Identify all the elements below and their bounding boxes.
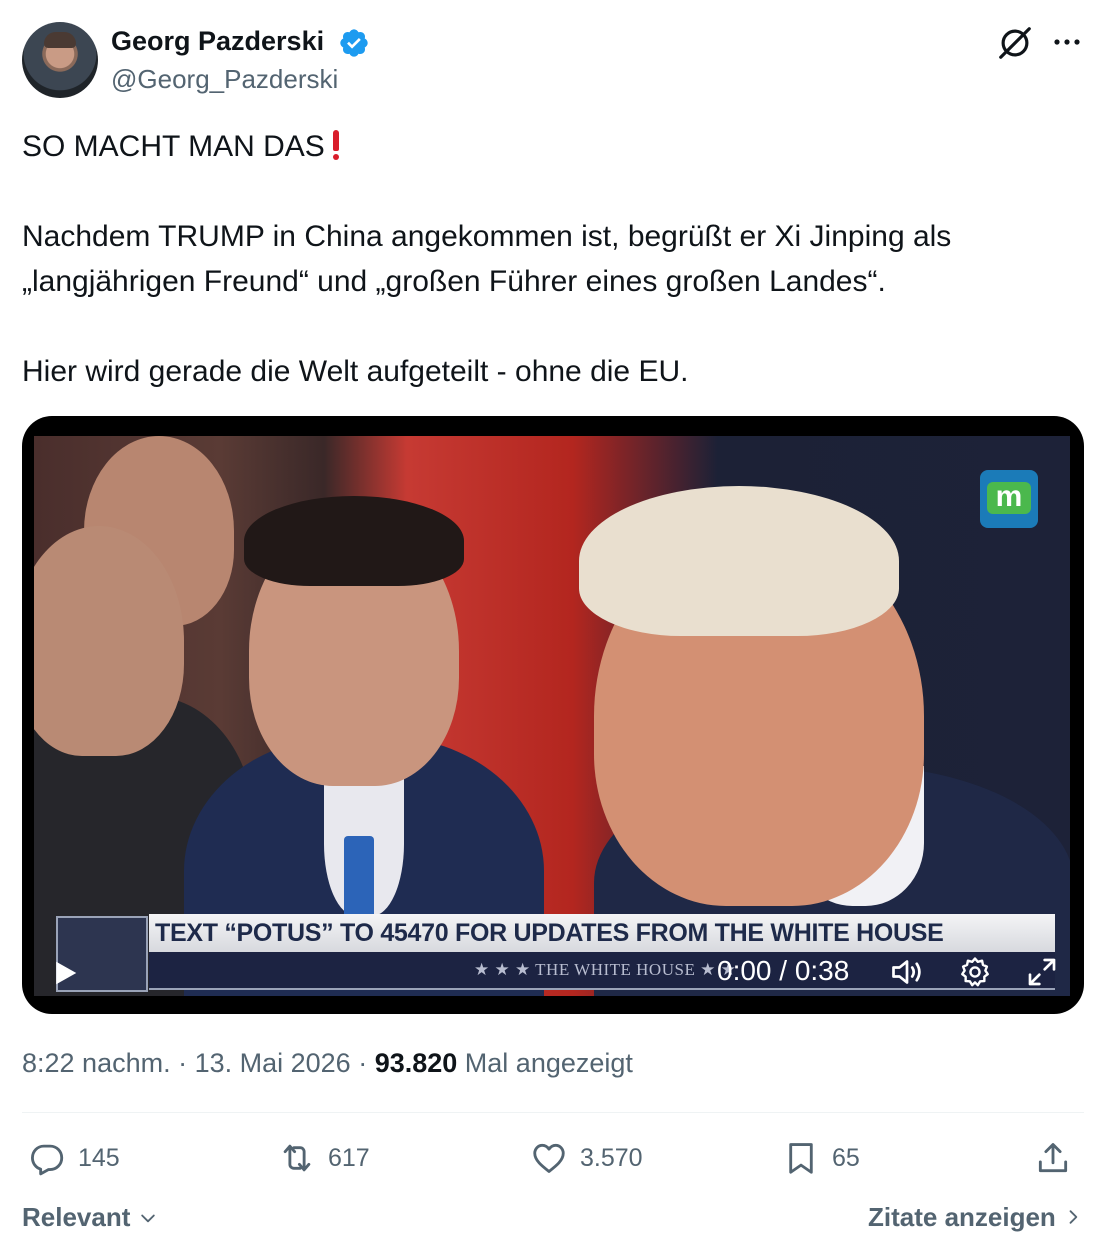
chevron-right-icon	[1069, 1210, 1078, 1224]
video-time: 0:00 / 0:38	[717, 955, 850, 986]
retweet-icon	[283, 1144, 311, 1172]
reply-icon	[31, 1144, 64, 1176]
tweet-text-line: „langjährigen Freund“ und „großen Führer…	[22, 265, 886, 298]
like-icon	[533, 1143, 565, 1173]
video-player[interactable]: m TEXT “POTUS” TO 45470 FOR UPDATES FROM…	[22, 416, 1084, 1014]
fullscreen-icon[interactable]	[1026, 956, 1058, 988]
retweet-count: 617	[328, 1143, 370, 1172]
subbar-text: ★ ★ ★ THE WHITE HOUSE ★ ★	[474, 960, 737, 979]
reply-count: 145	[78, 1143, 120, 1172]
sort-dropdown[interactable]: Relevant	[22, 1200, 158, 1234]
retweet-button[interactable]: 617	[278, 1136, 370, 1180]
tweet-text-line: SO MACHT MAN DAS	[22, 124, 1084, 169]
view-quotes-link[interactable]: Zitate anzeigen	[868, 1200, 1083, 1234]
author-display-name[interactable]: Georg Pazderski	[111, 24, 324, 58]
share-icon	[1038, 1143, 1068, 1173]
tweet-time[interactable]: 8:22 nachm.	[22, 1048, 171, 1078]
bookmark-button[interactable]: 65	[782, 1136, 860, 1180]
quotes-label: Zitate anzeigen	[868, 1202, 1056, 1232]
chevron-down-icon	[140, 1214, 155, 1223]
volume-icon[interactable]	[888, 954, 926, 990]
tweet-text-line: Hier wird gerade die Welt aufgeteilt - o…	[22, 355, 689, 388]
play-icon[interactable]	[50, 958, 80, 988]
exclamation-emoji-icon	[331, 130, 341, 160]
grok-icon[interactable]	[996, 24, 1034, 62]
channel-logo: m	[980, 470, 1038, 528]
more-icon[interactable]	[1050, 28, 1084, 56]
verified-badge-icon	[340, 29, 368, 57]
bookmark-icon	[789, 1143, 813, 1174]
video-banner-text: TEXT “POTUS” TO 45470 FOR UPDATES FROM T…	[149, 914, 1055, 952]
video-frame: m TEXT “POTUS” TO 45470 FOR UPDATES FROM…	[34, 436, 1070, 996]
reply-button[interactable]: 145	[28, 1136, 120, 1180]
divider	[22, 1112, 1084, 1113]
tweet-text-line: Nachdem TRUMP in China angekommen ist, b…	[22, 220, 952, 253]
author-handle[interactable]: @Georg_Pazderski	[111, 62, 338, 96]
tweet-headline: SO MACHT MAN DAS	[22, 130, 325, 163]
share-button[interactable]	[1034, 1136, 1072, 1180]
bookmark-count: 65	[832, 1143, 860, 1172]
sort-label: Relevant	[22, 1202, 131, 1232]
like-count: 3.570	[580, 1143, 643, 1172]
views-label: Mal angezeigt	[457, 1048, 633, 1078]
like-button[interactable]: 3.570	[530, 1136, 643, 1180]
tweet-date[interactable]: 13. Mai 2026	[195, 1048, 351, 1078]
avatar[interactable]	[22, 22, 98, 98]
settings-icon[interactable]	[958, 955, 992, 989]
tweet-meta: 8:22 nachm. · 13. Mai 2026 · 93.820 Mal …	[22, 1048, 633, 1078]
view-count: 93.820	[374, 1048, 458, 1078]
